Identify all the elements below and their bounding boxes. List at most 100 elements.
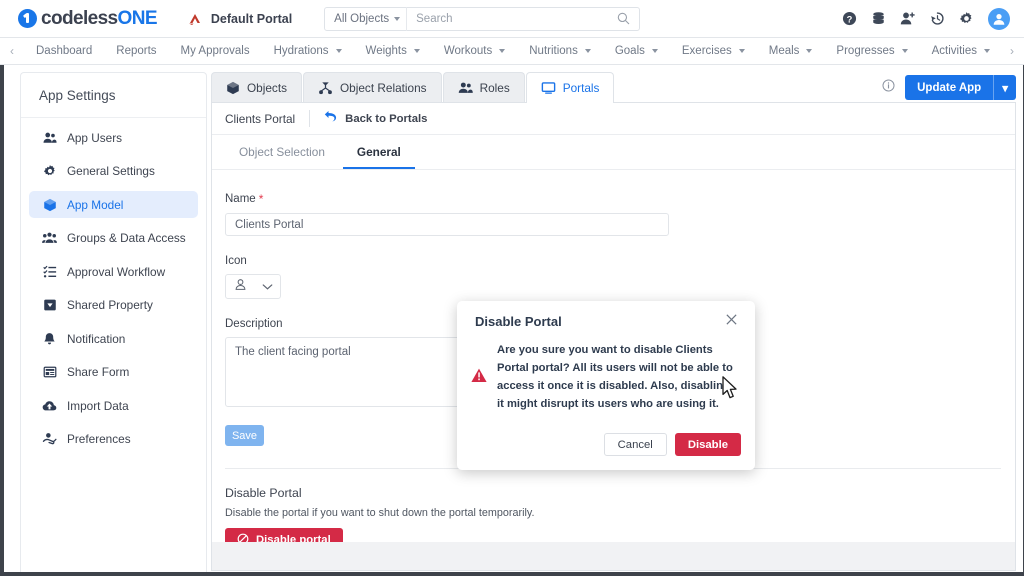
- sidebar-item-approval-workflow[interactable]: Approval Workflow: [29, 258, 198, 285]
- back-to-portals-label: Back to Portals: [345, 112, 428, 125]
- cancel-button[interactable]: Cancel: [603, 433, 667, 456]
- sidebar-item-label: Preferences: [67, 432, 131, 446]
- save-button[interactable]: Save: [225, 425, 264, 446]
- confirm-disable-button[interactable]: Disable: [674, 433, 741, 456]
- sidebar-item-app-users[interactable]: App Users: [29, 124, 198, 151]
- global-search: All Objects: [324, 6, 641, 31]
- nav-item-workouts[interactable]: Workouts: [432, 38, 517, 65]
- nav-item-hydrations[interactable]: Hydrations: [262, 38, 354, 65]
- disable-portal-heading: Disable Portal: [225, 486, 302, 500]
- description-label-text: Description: [225, 318, 283, 330]
- back-to-portals-link[interactable]: Back to Portals: [324, 111, 427, 126]
- subtab-general[interactable]: General: [342, 135, 415, 169]
- chevron-down-icon: [584, 49, 591, 53]
- history-icon[interactable]: [930, 11, 945, 26]
- cloud-upload-icon: [42, 399, 57, 413]
- close-icon[interactable]: [722, 311, 741, 331]
- update-app-caret-icon[interactable]: ▾: [994, 81, 1016, 95]
- nav-item-label: Exercises: [681, 44, 732, 57]
- disable-portal-description: Disable the portal if you want to shut d…: [225, 507, 535, 519]
- database-icon[interactable]: [871, 11, 886, 26]
- sidebar-item-label: Notification: [67, 331, 126, 346]
- sidebar-item-import-data[interactable]: Import Data: [29, 392, 198, 419]
- nav-item-label: My Approvals: [180, 44, 250, 57]
- tab-label: Objects: [247, 81, 287, 95]
- group-users-icon: [42, 231, 57, 245]
- chevron-down-icon: [262, 278, 273, 296]
- tab-objects[interactable]: Objects: [211, 72, 302, 103]
- nav-item-weights[interactable]: Weights: [354, 38, 432, 65]
- nav-item-exercises[interactable]: Exercises: [670, 38, 757, 65]
- sidebar-item-preferences[interactable]: Preferences: [29, 426, 198, 453]
- tab-label: Object Relations: [340, 81, 427, 95]
- help-icon[interactable]: ?: [842, 11, 857, 26]
- add-user-icon[interactable]: [900, 11, 916, 26]
- sidebar-item-groups-data-access[interactable]: Groups & Data Access: [29, 225, 198, 252]
- sidebar-item-label: Shared Property: [67, 298, 153, 312]
- icon-label-text: Icon: [225, 255, 247, 267]
- form-icon: [42, 365, 57, 379]
- search-icon[interactable]: [617, 12, 639, 25]
- roles-icon: [458, 81, 473, 95]
- chevron-down-icon: [901, 49, 908, 53]
- sidebar-item-label: App Model: [67, 197, 124, 212]
- tab-roles[interactable]: Roles: [442, 72, 525, 103]
- cube-icon: [226, 81, 240, 95]
- bell-icon: [42, 332, 57, 346]
- sidebar-item-list: App Users General Settings App Model Groups…: [21, 118, 206, 453]
- nav-item-goals[interactable]: Goals: [603, 38, 670, 65]
- nav-item-reports[interactable]: Reports: [104, 38, 168, 65]
- sidebar-item-general-settings[interactable]: General Settings: [29, 158, 198, 185]
- nav-item-label: Workouts: [443, 44, 493, 57]
- required-asterisk: *: [258, 192, 264, 206]
- logo-text: codelessONE: [41, 7, 158, 30]
- update-app-button[interactable]: Update App ▾: [905, 75, 1016, 100]
- sidebar-item-app-model[interactable]: App Model: [29, 191, 198, 218]
- sidebar-item-label: App Users: [67, 130, 123, 145]
- nav-scroll-left-icon[interactable]: ‹: [0, 44, 24, 58]
- tab-object-relations[interactable]: Object Relations: [303, 72, 442, 103]
- nav-item-nutritions[interactable]: Nutritions: [517, 38, 603, 65]
- info-icon[interactable]: [882, 78, 895, 97]
- sidebar-item-label: General Settings: [67, 164, 155, 178]
- search-scope-dropdown[interactable]: All Objects: [325, 13, 406, 25]
- confirm-disable-label: Disable: [687, 438, 728, 451]
- modal-title: Disable Portal: [475, 313, 562, 329]
- codeless-one-logo-icon: [18, 9, 37, 28]
- icon-select-dropdown[interactable]: [225, 274, 281, 299]
- chevron-down-icon: [413, 49, 420, 53]
- sidebar-item-share-form[interactable]: Share Form: [29, 359, 198, 386]
- sidebar-item-label: Share Form: [67, 365, 130, 379]
- app-logo[interactable]: codelessONE: [18, 7, 158, 30]
- chevron-down-icon: [738, 49, 745, 53]
- nav-item-label: Meals: [768, 44, 800, 57]
- chevron-down-icon: [394, 16, 401, 21]
- person-icon: [234, 278, 247, 296]
- tab-portals[interactable]: Portals: [525, 72, 615, 103]
- users-icon: [42, 131, 57, 145]
- chevron-down-icon: [983, 49, 990, 53]
- nav-item-label: Goals: [614, 44, 645, 57]
- nav-scroll-right-icon[interactable]: ›: [1000, 44, 1024, 58]
- name-input[interactable]: [225, 213, 669, 236]
- svg-text:?: ?: [847, 14, 853, 24]
- nav-item-activities[interactable]: Activities: [920, 38, 1000, 65]
- subtab-object-selection[interactable]: Object Selection: [225, 135, 339, 169]
- nav-item-dashboard[interactable]: Dashboard: [24, 38, 104, 65]
- gear-icon[interactable]: [959, 11, 974, 26]
- nav-item-meals[interactable]: Meals: [757, 38, 825, 65]
- sidebar-item-shared-property[interactable]: Shared Property: [29, 292, 198, 319]
- search-input[interactable]: [407, 11, 618, 26]
- header-icon-group: ?: [842, 7, 1010, 30]
- name-label-text: Name: [225, 193, 256, 205]
- logo-text-dark: codeless: [41, 7, 118, 29]
- breadcrumb-current: Clients Portal: [225, 111, 296, 126]
- nav-item-progresses[interactable]: Progresses: [824, 38, 919, 65]
- sidebar-item-notification[interactable]: Notification: [29, 325, 198, 352]
- user-avatar[interactable]: [988, 7, 1010, 30]
- modal-body: Are you sure you want to disable Clients…: [457, 341, 755, 414]
- portal-selector[interactable]: Default Portal: [187, 12, 292, 26]
- nav-item-my-approvals[interactable]: My Approvals: [169, 38, 262, 65]
- top-header: codelessONE Default Portal All Objects S…: [0, 0, 1024, 38]
- relations-icon: [318, 81, 333, 95]
